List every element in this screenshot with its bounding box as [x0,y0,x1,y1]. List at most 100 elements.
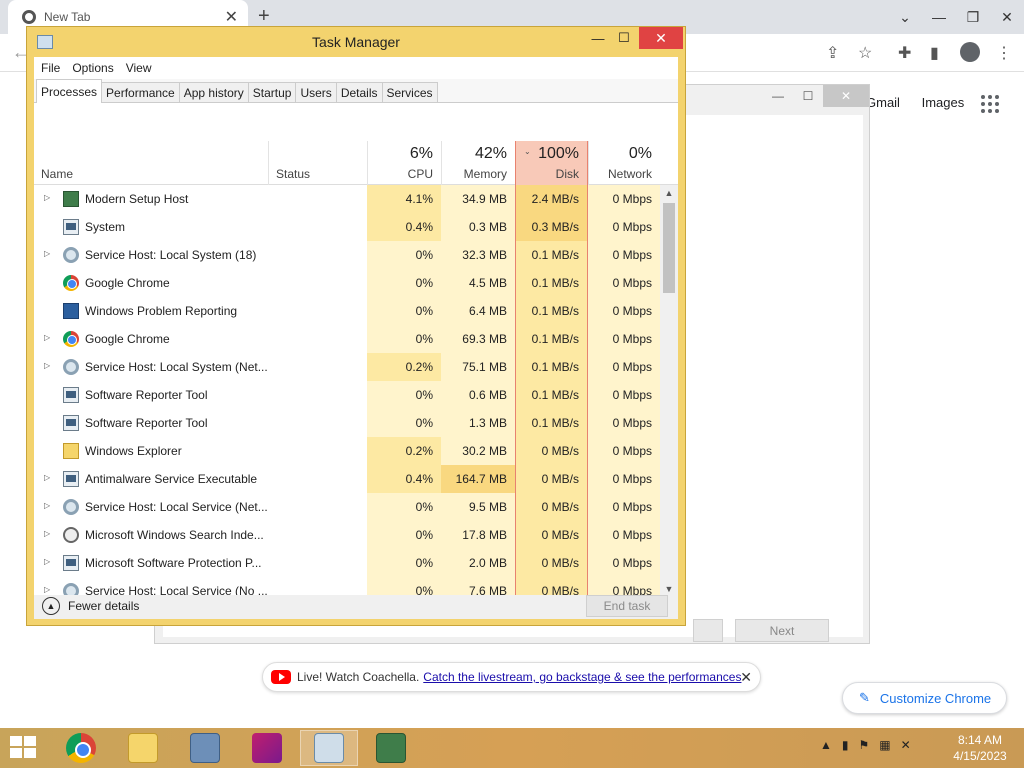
tray-overflow-icon[interactable]: ▲ [820,738,832,752]
tab-services[interactable]: Services [381,82,438,102]
column-name[interactable]: Name [34,141,268,185]
gmail-link[interactable]: Gmail [866,95,900,110]
tab-close-icon[interactable]: ✕ [225,7,238,27]
fewer-details-button[interactable]: ▲ Fewer details [42,597,139,615]
memory-cell: 34.9 MB [441,185,515,213]
process-row[interactable]: ▷ Service Host: Local Service (No ... 0% 7.… [34,577,660,597]
process-list-scrollbar[interactable]: ▲ ▼ [660,185,678,597]
google-apps-icon[interactable] [981,95,999,113]
disk-cell: 2.4 MB/s [515,185,588,213]
process-row[interactable]: Software Reporter Tool 0% 1.3 MB 0.1 MB/s 0 … [34,409,660,437]
minimize-icon[interactable]: — [922,0,956,34]
minimize-button[interactable]: — [585,27,611,49]
scrollbar-thumb[interactable] [663,203,675,293]
menu-file[interactable]: File [41,61,60,75]
next-button[interactable]: Next [735,619,829,642]
expand-chevron-icon[interactable]: ▷ [44,557,50,566]
bookmark-star-icon[interactable]: ☆ [858,43,872,63]
process-row[interactable]: Google Chrome 0% 4.5 MB 0.1 MB/s 0 Mbps [34,269,660,297]
expand-chevron-icon[interactable]: ▷ [44,501,50,510]
taskbar-task-manager[interactable] [300,730,358,766]
disk-cell: 0.1 MB/s [515,241,588,269]
process-row[interactable]: ▷ Service Host: Local System (18) 0% 32.3 M… [34,241,660,269]
dialog-close-icon[interactable]: ✕ [823,85,869,107]
tab-details[interactable]: Details [335,82,383,102]
column-network[interactable]: 0% Network [588,141,660,185]
process-row[interactable]: ▷ Modern Setup Host 4.1% 34.9 MB 2.4 MB/s 0 M… [34,185,660,213]
taskbar-clock[interactable]: 8:14 AM 4/15/2023 [952,732,1008,764]
column-status[interactable]: Status [268,141,367,185]
expand-chevron-icon[interactable]: ▷ [44,585,50,594]
side-panel-icon[interactable]: ▮ [930,43,939,63]
expand-chevron-icon[interactable]: ▷ [44,333,50,342]
tab-users[interactable]: Users [295,82,337,102]
taskbar-chrome[interactable] [52,730,110,766]
expand-chevron-icon[interactable]: ▷ [44,249,50,258]
tab-performance[interactable]: Performance [101,82,180,102]
customize-chrome-button[interactable]: ✎ Customize Chrome [842,682,1007,714]
menu-options[interactable]: Options [72,61,113,75]
process-name: Antimalware Service Executable [85,472,258,486]
column-cpu[interactable]: 6% CPU [367,141,441,185]
task-manager-titlebar[interactable]: Task Manager — ☐ ✕ [27,27,685,57]
process-row[interactable]: Windows Problem Reporting 0% 6.4 MB 0.1 MB/… [34,297,660,325]
column-disk[interactable]: ⌄ 100% Disk [515,141,588,185]
kebab-menu-icon[interactable]: ⋮ [996,43,1012,63]
tray-volume-muted-icon[interactable]: ✕ [901,738,911,752]
profile-avatar[interactable] [960,42,980,62]
tab-processes[interactable]: Processes [36,79,103,103]
restore-icon[interactable]: ❐ [956,0,990,34]
column-memory[interactable]: 42% Memory [441,141,515,185]
memory-cell: 4.5 MB [441,269,515,297]
close-icon[interactable]: ✕ [990,0,1024,34]
process-row[interactable]: ▷ Microsoft Windows Search Inde... 0% 17.8 … [34,521,660,549]
expand-chevron-icon[interactable]: ▷ [44,473,50,482]
tray-device-icon[interactable]: ▮ [842,738,849,752]
network-cell: 0 Mbps [588,297,660,325]
tab-search-icon[interactable]: ⌄ [888,0,922,34]
taskbar-setup[interactable] [362,730,420,766]
tab-startup[interactable]: Startup [247,82,297,102]
close-button[interactable]: ✕ [639,27,683,49]
process-row[interactable]: System 0.4% 0.3 MB 0.3 MB/s 0 Mbps [34,213,660,241]
taskbar-file-explorer[interactable] [114,730,172,766]
promo-close-icon[interactable]: ✕ [740,669,752,686]
share-icon[interactable]: ⇪ [826,43,839,63]
images-link[interactable]: Images [922,95,965,110]
process-row[interactable]: ▷ Microsoft Software Protection P... 0% 2.0… [34,549,660,577]
disk-label: Disk [555,167,579,181]
background-dialog-button[interactable] [693,619,723,642]
tray-flag-icon[interactable]: ⚑ [859,738,870,752]
memory-cell: 32.3 MB [441,241,515,269]
end-task-button[interactable]: End task [586,595,668,617]
disk-cell: 0.1 MB/s [515,409,588,437]
menu-view[interactable]: View [126,61,152,75]
extensions-icon[interactable]: ✚ [898,43,911,63]
cpu-cell: 0% [367,325,441,353]
chrome-tab-icon [22,10,36,24]
process-row[interactable]: ▷ Service Host: Local Service (Net... 0% 9.… [34,493,660,521]
process-row[interactable]: ▷ Service Host: Local System (Net... 0.2% 7… [34,353,660,381]
process-row[interactable]: ▷ Antimalware Service Executable 0.4% 164.7… [34,465,660,493]
expand-chevron-icon[interactable]: ▷ [44,361,50,370]
disk-cell: 0 MB/s [515,493,588,521]
process-row[interactable]: Windows Explorer 0.2% 30.2 MB 0 MB/s 0 Mbps [34,437,660,465]
dialog-minimize-icon[interactable]: — [763,85,793,107]
new-tab-button[interactable]: + [258,5,270,28]
process-name: Google Chrome [85,332,170,346]
scroll-up-icon[interactable]: ▲ [660,185,678,201]
dialog-maximize-icon[interactable]: ☐ [793,85,823,107]
taskbar-remote-desktop[interactable] [176,730,234,766]
tray-network-icon[interactable]: ▦ [879,738,890,752]
tab-app-history[interactable]: App history [178,82,249,102]
disk-cell: 0 MB/s [515,549,588,577]
process-row[interactable]: ▷ Google Chrome 0% 69.3 MB 0.1 MB/s 0 Mbps [34,325,660,353]
maximize-button[interactable]: ☐ [611,27,637,49]
disk-cell: 0.1 MB/s [515,381,588,409]
windows-start-icon[interactable] [10,736,38,760]
expand-chevron-icon[interactable]: ▷ [44,529,50,538]
taskbar-feather-app[interactable] [238,730,296,766]
promo-link[interactable]: Catch the livestream, go backstage & see… [423,670,741,684]
expand-chevron-icon[interactable]: ▷ [44,193,50,202]
process-row[interactable]: Software Reporter Tool 0% 0.6 MB 0.1 MB/s 0 … [34,381,660,409]
